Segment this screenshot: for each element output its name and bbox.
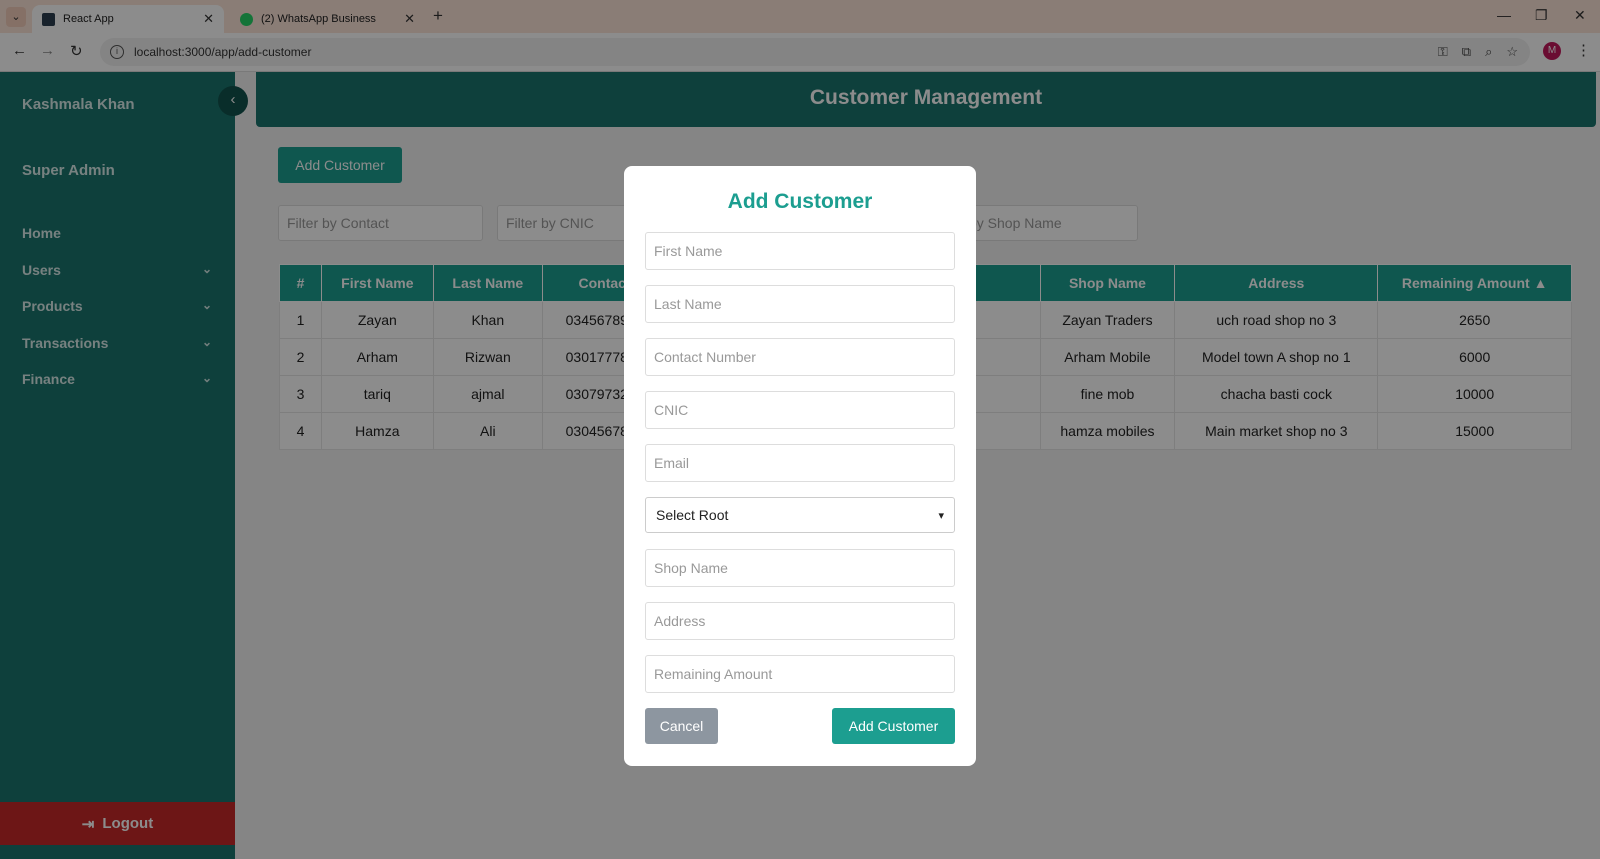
modal-title: Add Customer (727, 190, 873, 213)
cancel-button[interactable]: Cancel (645, 708, 718, 744)
add-customer-modal: Add Customer Select Root ▾ Cancel Add Cu… (624, 166, 976, 766)
contact-number-input[interactable] (645, 338, 955, 376)
last-name-input[interactable] (645, 285, 955, 323)
root-select[interactable]: Select Root ▾ (645, 497, 955, 533)
first-name-input[interactable] (645, 232, 955, 270)
shop-name-input[interactable] (645, 549, 955, 587)
submit-add-customer-button[interactable]: Add Customer (832, 708, 955, 744)
address-input[interactable] (645, 602, 955, 640)
remaining-amount-input[interactable] (645, 655, 955, 693)
cnic-input[interactable] (645, 391, 955, 429)
root-select-value: Select Root (656, 507, 729, 523)
email-input[interactable] (645, 444, 955, 482)
chevron-down-icon: ▾ (938, 509, 944, 522)
